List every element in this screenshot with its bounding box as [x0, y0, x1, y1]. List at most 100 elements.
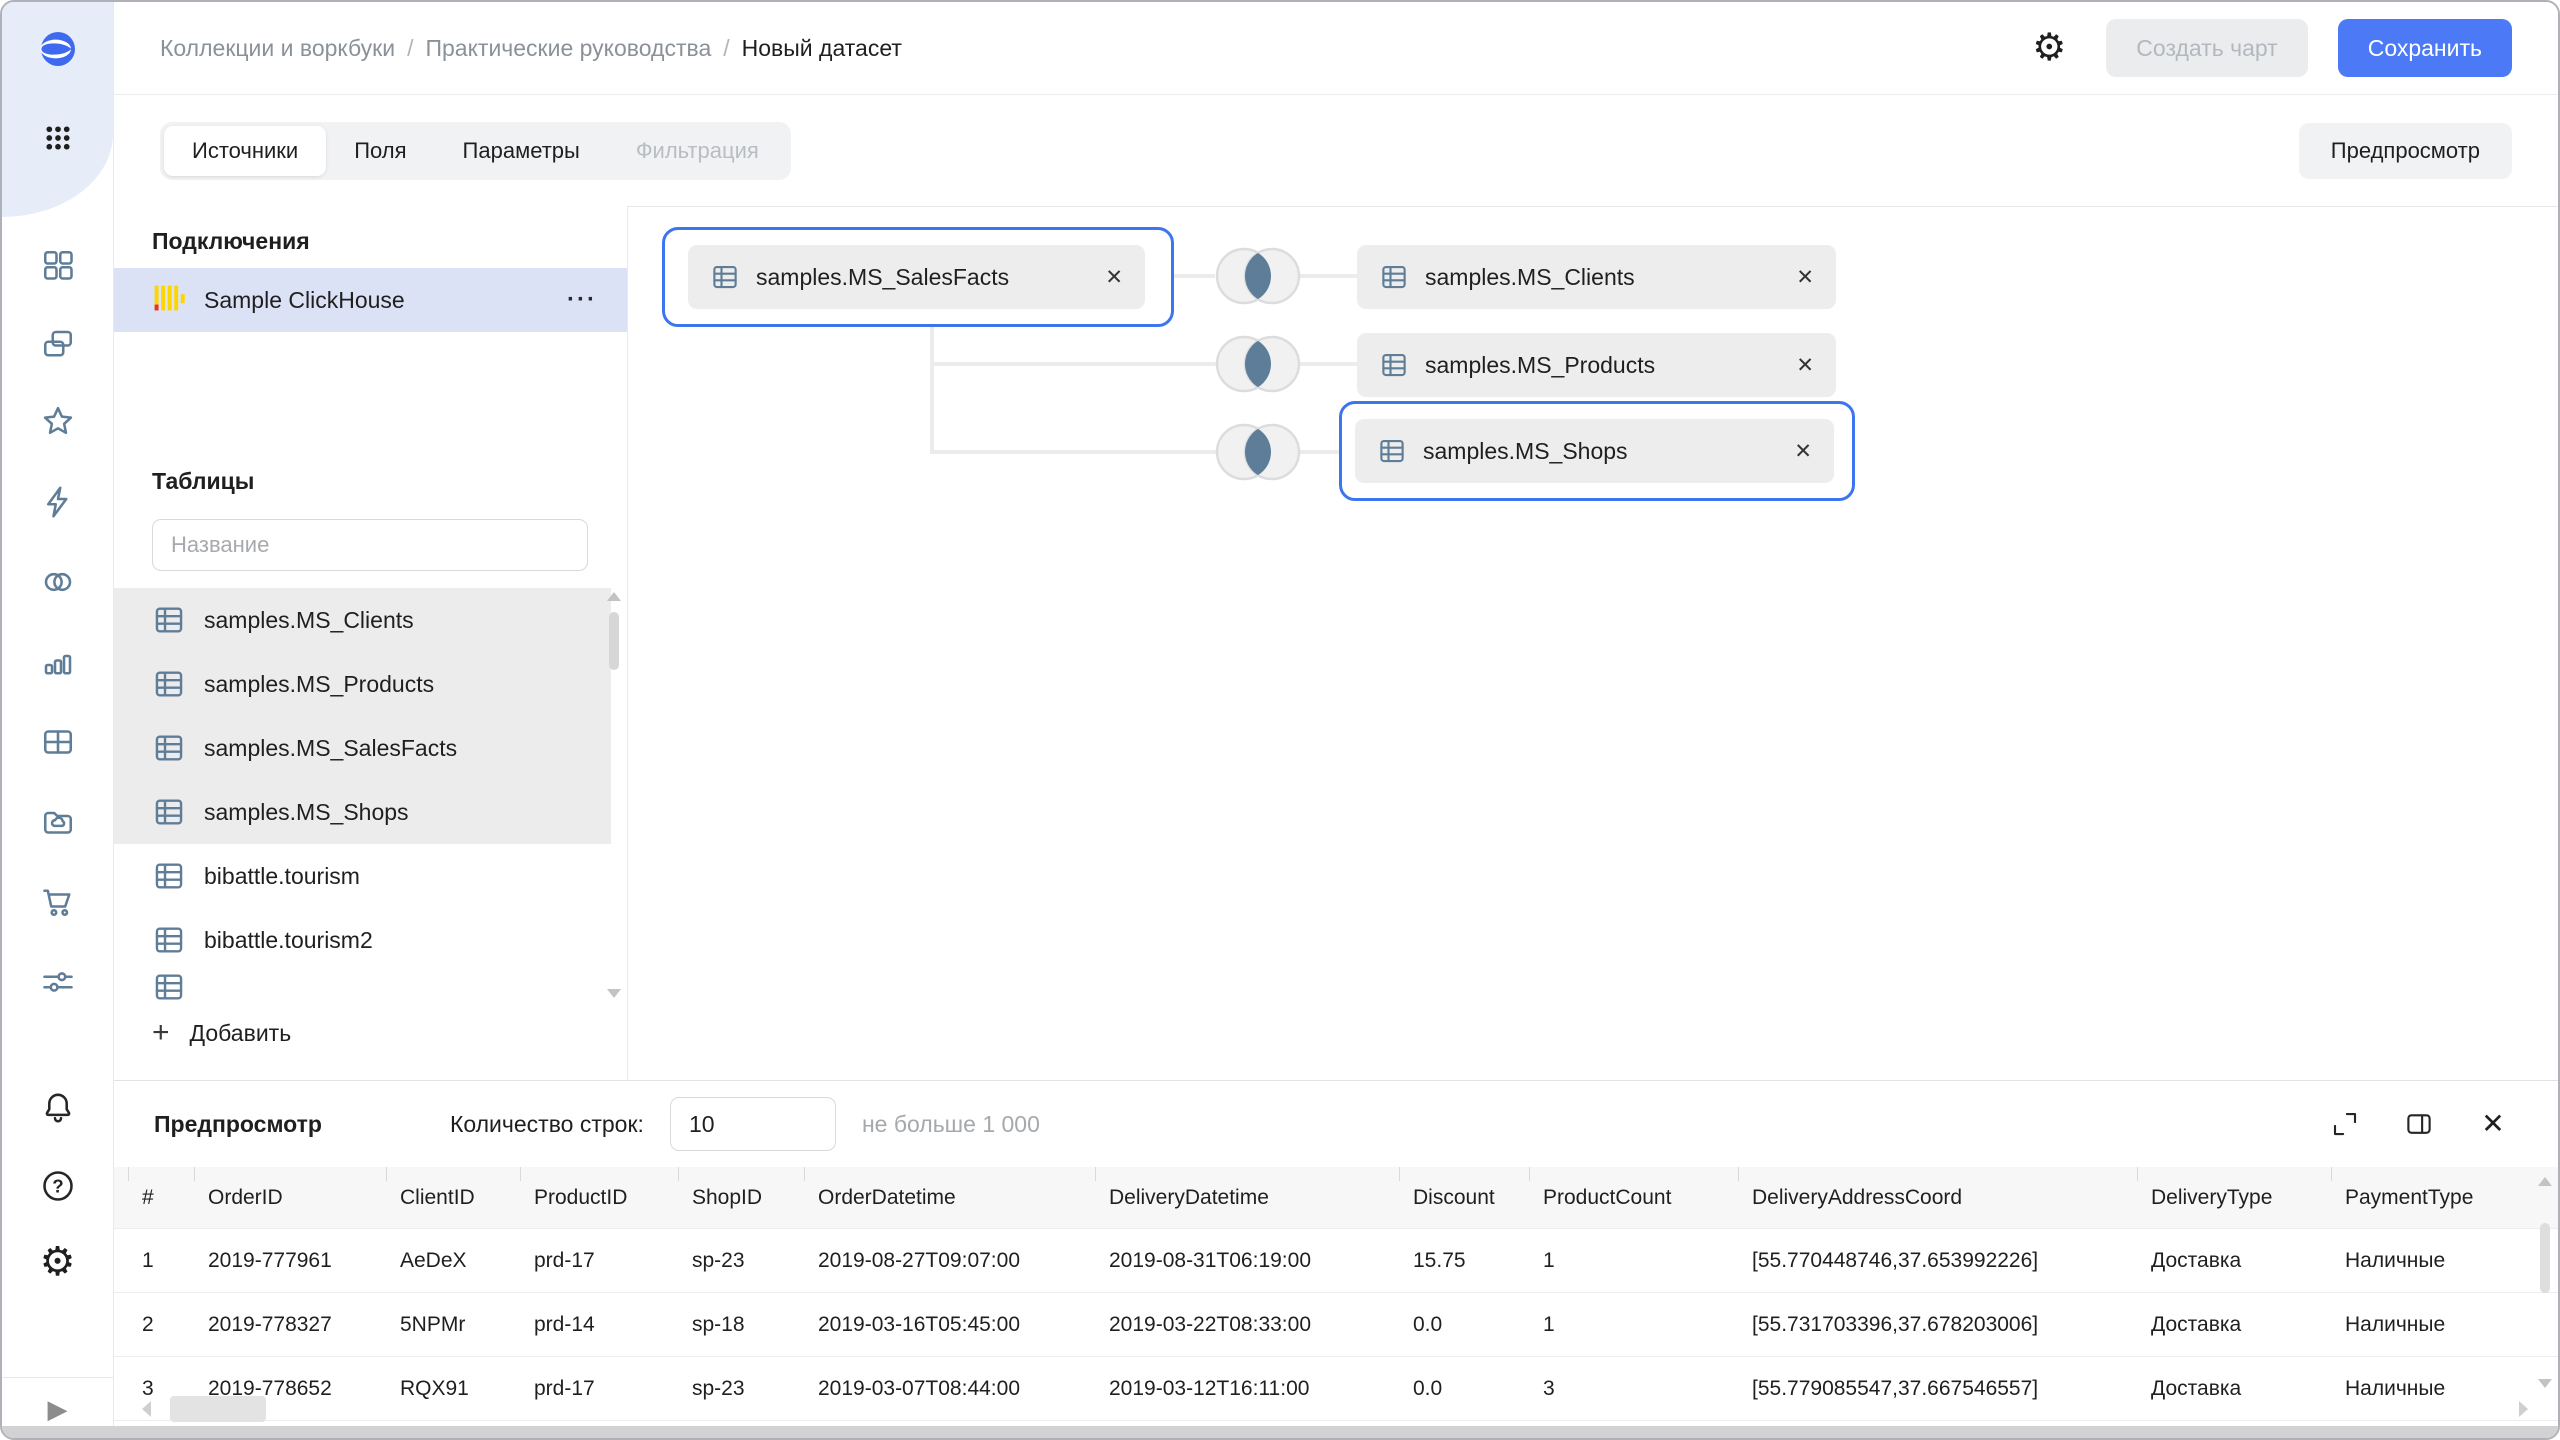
tables-list-scrollbar [606, 588, 622, 1002]
remove-table-icon[interactable]: ✕ [1782, 353, 1814, 378]
join-type-icon-inner[interactable] [1210, 420, 1306, 484]
scroll-up-arrow-icon[interactable] [607, 592, 621, 601]
dataset-settings-gear-icon[interactable]: ⚙ [2032, 29, 2066, 67]
column-header: PaymentType [2345, 1167, 2545, 1228]
tab-sources[interactable]: Источники [164, 126, 326, 176]
nav-marketplace[interactable] [38, 882, 78, 922]
close-preview-button[interactable]: ✕ [2476, 1107, 2510, 1141]
add-table-button[interactable]: + Добавить [152, 1018, 291, 1048]
remove-table-icon[interactable]: ✕ [1091, 265, 1123, 290]
table-list-item[interactable]: bibattle.tourism [114, 844, 627, 908]
scroll-down-arrow-icon[interactable] [607, 989, 621, 998]
expand-preview-button[interactable] [2328, 1107, 2362, 1141]
column-header: ShopID [692, 1167, 818, 1228]
table-name: samples.MS_Shops [204, 799, 409, 826]
canvas-table-shops[interactable]: samples.MS_Shops ✕ [1355, 419, 1834, 483]
join-type-icon-inner[interactable] [1210, 244, 1306, 308]
table-icon [152, 667, 186, 701]
cell-deliverytype: Доставка [2151, 1293, 2345, 1356]
canvas-table-clients[interactable]: samples.MS_Clients ✕ [1357, 245, 1836, 309]
nav-datasets[interactable] [38, 722, 78, 762]
table-icon [40, 724, 76, 760]
breadcrumb-guides[interactable]: Практические руководства [425, 35, 711, 62]
table-icon [152, 923, 186, 957]
sidebar-settings-button[interactable]: ⚙ [38, 1242, 78, 1282]
scrollbar-thumb[interactable] [609, 612, 619, 670]
table-name: samples.MS_Clients [204, 607, 414, 634]
scroll-right-arrow-icon[interactable] [2519, 1401, 2528, 1417]
notifications-button[interactable] [38, 1088, 78, 1128]
datalens-logo[interactable] [38, 18, 78, 80]
dock-right-button[interactable] [2402, 1107, 2436, 1141]
cell-orderdatetime: 2019-08-27T09:07:00 [818, 1229, 1109, 1292]
column-header: DeliveryAddressCoord [1752, 1167, 2151, 1228]
nav-charts[interactable] [38, 642, 78, 682]
tab-filtering[interactable]: Фильтрация [608, 126, 787, 176]
cell-productid: prd-14 [534, 1293, 692, 1356]
nav-editor[interactable] [38, 482, 78, 522]
canvas-table-name: samples.MS_Shops [1423, 438, 1628, 465]
cell-clientid: AeDeX [400, 1229, 534, 1292]
scrollbar-thumb[interactable] [2540, 1223, 2550, 1293]
table-list-item[interactable]: samples.MS_Clients [114, 588, 611, 652]
table-row: 1 2019-777961 AeDeX prd-17 sp-23 2019-08… [114, 1229, 2558, 1293]
table-row: 2 2019-778327 5NPMr prd-14 sp-18 2019-03… [114, 1293, 2558, 1357]
breadcrumb-collections[interactable]: Коллекции и воркбуки [160, 35, 395, 62]
table-list-item[interactable]: samples.MS_Products [114, 652, 611, 716]
sidebar-collapse-button[interactable]: ▶ [48, 1396, 68, 1422]
nav-services-settings[interactable] [38, 962, 78, 1002]
remove-table-icon[interactable]: ✕ [1780, 439, 1812, 464]
datalens-logo-icon [38, 19, 78, 79]
table-icon [1377, 436, 1407, 466]
nav-dashboards[interactable] [38, 245, 78, 285]
app-window: ? ⚙ ▶ Коллекции и воркбуки / Практически… [0, 0, 2560, 1440]
expand-icon [2330, 1109, 2360, 1139]
canvas-table-name: samples.MS_Products [1425, 352, 1655, 379]
apps-grid-button[interactable] [38, 118, 78, 158]
scroll-left-arrow-icon[interactable] [142, 1401, 151, 1417]
row-limit-note: не больше 1 000 [862, 1111, 1040, 1138]
create-chart-button[interactable]: Создать чарт [2106, 19, 2307, 77]
table-name: samples.MS_Products [204, 671, 434, 698]
cart-icon [40, 884, 76, 920]
canvas-table-salesfacts[interactable]: samples.MS_SalesFacts ✕ [688, 245, 1145, 309]
table-icon [152, 731, 186, 765]
table-list-item[interactable]: samples.MS_Shops [114, 780, 611, 844]
scroll-down-arrow-icon[interactable] [2538, 1379, 2552, 1388]
bell-icon [40, 1090, 76, 1126]
canvas-table-products[interactable]: samples.MS_Products ✕ [1357, 333, 1836, 397]
breadcrumb-current-dataset: Новый датасет [742, 35, 902, 62]
cell-productcount: 1 [1543, 1293, 1752, 1356]
join-canvas[interactable]: samples.MS_SalesFacts ✕ samples.MS_Clien… [628, 206, 2558, 1080]
column-header: DeliveryDatetime [1109, 1167, 1413, 1228]
save-button[interactable]: Сохранить [2338, 19, 2512, 77]
nav-favorites[interactable] [38, 402, 78, 442]
help-button[interactable]: ? [38, 1166, 78, 1206]
preview-toggle-button[interactable]: Предпросмотр [2299, 123, 2512, 179]
scrollbar-thumb[interactable] [170, 1396, 266, 1422]
tab-fields[interactable]: Поля [326, 126, 434, 176]
nav-collections[interactable] [38, 324, 78, 364]
row-count-input[interactable] [670, 1097, 836, 1151]
table-icon [152, 603, 186, 637]
connection-menu-ellipsis-icon[interactable]: ··· [567, 286, 597, 314]
join-connector-line [930, 450, 1216, 454]
nav-connections[interactable] [38, 562, 78, 602]
table-search-input[interactable] [152, 519, 588, 571]
connection-item-sample-clickhouse[interactable]: Sample ClickHouse ··· [114, 268, 627, 332]
cell-orderid: 2019-778327 [208, 1293, 400, 1356]
table-list-item-partial[interactable] [114, 972, 627, 1004]
connections-icon [40, 564, 76, 600]
nav-storage[interactable] [38, 802, 78, 842]
page-horizontal-scrollbar[interactable] [2, 1426, 2558, 1438]
join-type-icon-inner[interactable] [1210, 332, 1306, 396]
remove-table-icon[interactable]: ✕ [1782, 265, 1814, 290]
table-list-item[interactable]: bibattle.tourism2 [114, 908, 627, 972]
scroll-up-arrow-icon[interactable] [2538, 1177, 2552, 1186]
cell-row-number: 2 [142, 1293, 208, 1356]
cell-row-number: 1 [142, 1229, 208, 1292]
tab-parameters[interactable]: Параметры [435, 126, 608, 176]
table-list-item[interactable]: samples.MS_SalesFacts [114, 716, 611, 780]
sidebar-divider [2, 1377, 113, 1378]
tables-section-title: Таблицы [152, 468, 254, 495]
